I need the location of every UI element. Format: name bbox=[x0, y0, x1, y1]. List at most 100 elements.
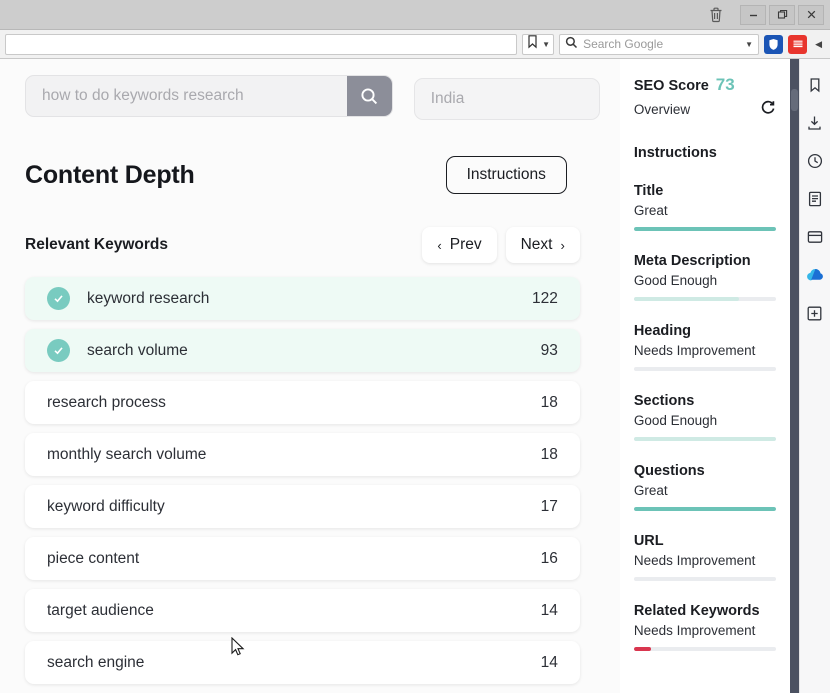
check-circle-icon[interactable] bbox=[47, 287, 70, 310]
trash-icon[interactable] bbox=[703, 4, 729, 26]
pager: ‹ Prev Next › bbox=[422, 227, 579, 263]
keyword-list: keyword research122 search volume93 resear… bbox=[25, 277, 600, 684]
keyword-row[interactable]: keyword research122 bbox=[25, 277, 580, 320]
chevron-down-icon-search[interactable]: ▼ bbox=[745, 40, 753, 49]
keyword-row[interactable]: research process18 bbox=[25, 381, 580, 424]
keyword-count: 17 bbox=[541, 498, 558, 516]
history-clock-icon[interactable] bbox=[805, 151, 825, 171]
relevant-keywords-header: Relevant Keywords ‹ Prev Next › bbox=[25, 227, 600, 263]
seo-overview-row: Overview bbox=[634, 99, 776, 120]
chevron-right-icon: › bbox=[560, 238, 564, 253]
keyword-row[interactable]: target audience14 bbox=[25, 589, 580, 632]
seo-metric-progress bbox=[634, 647, 776, 651]
seo-metric-status: Needs Improvement bbox=[634, 623, 776, 638]
seo-metric-progress bbox=[634, 507, 776, 511]
seo-metric: HeadingNeeds Improvement bbox=[634, 323, 776, 371]
seo-metric-progress bbox=[634, 577, 776, 581]
prev-button-label: Prev bbox=[450, 236, 482, 254]
seo-panel: SEO Score 73 Overview Instructions Title… bbox=[620, 59, 790, 693]
keyword-row[interactable]: monthly search volume18 bbox=[25, 433, 580, 476]
search-input[interactable]: how to do keywords research bbox=[26, 87, 347, 105]
seo-metric-name: Questions bbox=[634, 463, 776, 479]
add-plus-icon[interactable] bbox=[805, 303, 825, 323]
seo-metric-status: Great bbox=[634, 203, 776, 218]
seo-metric-name: Related Keywords bbox=[634, 603, 776, 619]
panel-scrollbar[interactable] bbox=[790, 59, 799, 693]
seo-metric-progress bbox=[634, 227, 776, 231]
keyword-row[interactable]: keyword difficulty17 bbox=[25, 485, 580, 528]
google-search-placeholder: Search Google bbox=[583, 37, 740, 51]
keyword-name: keyword research bbox=[87, 290, 532, 308]
search-button[interactable] bbox=[347, 75, 392, 117]
seo-metric-name: URL bbox=[634, 533, 776, 549]
reading-list-icon[interactable] bbox=[805, 189, 825, 209]
shield-extension-icon[interactable] bbox=[764, 35, 783, 54]
seo-metric-progress-fill bbox=[634, 507, 776, 511]
next-button-label: Next bbox=[521, 236, 553, 254]
seo-metric-status: Needs Improvement bbox=[634, 553, 776, 568]
seo-metrics-list: Title Great Meta DescriptionGood Enough Hea… bbox=[634, 183, 776, 651]
seo-metric: Meta DescriptionGood Enough bbox=[634, 253, 776, 301]
toolbar-collapse-arrow[interactable]: ◀ bbox=[812, 39, 825, 50]
seo-metric-name: Title bbox=[634, 183, 776, 199]
country-input[interactable]: India bbox=[414, 78, 600, 120]
seo-metric: URL Needs Improvement bbox=[634, 533, 776, 581]
seo-metric: Sections Good Enough bbox=[634, 393, 776, 441]
keyword-name: target audience bbox=[47, 602, 541, 620]
instructions-button[interactable]: Instructions bbox=[446, 156, 567, 194]
chevron-left-icon: ‹ bbox=[437, 238, 441, 253]
restore-button[interactable] bbox=[769, 5, 795, 25]
seo-metric-name: Heading bbox=[634, 323, 776, 339]
wallet-card-icon[interactable] bbox=[805, 227, 825, 247]
keyword-name: search volume bbox=[87, 342, 541, 360]
keyword-name: monthly search volume bbox=[47, 446, 541, 464]
title-row: Content Depth Instructions bbox=[25, 156, 600, 194]
seo-metric-status: Good Enough bbox=[634, 273, 776, 288]
keyword-count: 93 bbox=[541, 342, 558, 360]
keyword-name: research process bbox=[47, 394, 541, 412]
seo-metric-progress bbox=[634, 367, 776, 371]
keyword-row[interactable]: piece content16 bbox=[25, 537, 580, 580]
seo-metric-progress-fill bbox=[634, 227, 776, 231]
download-icon[interactable] bbox=[805, 113, 825, 133]
search-icon bbox=[565, 36, 578, 52]
keyword-name: keyword difficulty bbox=[47, 498, 541, 516]
seo-metric-progress-fill bbox=[634, 437, 776, 441]
bookmark-control[interactable]: ▼ bbox=[522, 34, 554, 55]
seo-score-header: SEO Score 73 bbox=[634, 75, 776, 95]
keyword-count: 14 bbox=[541, 654, 558, 672]
window-titlebar bbox=[0, 0, 830, 30]
keyword-row[interactable]: search engine14 bbox=[25, 641, 580, 684]
bookmark-icon[interactable] bbox=[526, 34, 539, 54]
red-extension-icon[interactable] bbox=[788, 35, 807, 54]
next-button[interactable]: Next › bbox=[506, 227, 580, 263]
keyword-count: 18 bbox=[541, 446, 558, 464]
bookmark-icon-rail[interactable] bbox=[805, 75, 825, 95]
prev-button[interactable]: ‹ Prev bbox=[422, 227, 496, 263]
chevron-down-icon[interactable]: ▼ bbox=[542, 40, 550, 49]
refresh-icon[interactable] bbox=[760, 99, 776, 120]
seo-score-value: 73 bbox=[716, 75, 735, 95]
close-button[interactable] bbox=[798, 5, 824, 25]
google-search-box[interactable]: Search Google ▼ bbox=[559, 34, 759, 55]
overview-label: Overview bbox=[634, 102, 690, 117]
seo-score-label: SEO Score bbox=[634, 78, 709, 94]
keyword-row[interactable]: search volume93 bbox=[25, 329, 580, 372]
seo-metric: Questions Great bbox=[634, 463, 776, 511]
seo-metric-status: Good Enough bbox=[634, 413, 776, 428]
seo-metric: Related Keywords Needs Improvement bbox=[634, 603, 776, 651]
keyword-count: 14 bbox=[541, 602, 558, 620]
cloud-icon[interactable] bbox=[805, 265, 825, 285]
content-panel: how to do keywords research India Conten… bbox=[0, 59, 620, 693]
keyword-search-box[interactable]: how to do keywords research bbox=[25, 75, 393, 117]
minimize-button[interactable] bbox=[740, 5, 766, 25]
browser-side-rail bbox=[799, 59, 830, 693]
seo-metric-status: Great bbox=[634, 483, 776, 498]
check-circle-icon[interactable] bbox=[47, 339, 70, 362]
seo-metric-progress-fill bbox=[634, 647, 651, 651]
search-row: how to do keywords research India bbox=[25, 75, 600, 120]
seo-instructions-label: Instructions bbox=[634, 145, 776, 161]
address-bar[interactable] bbox=[5, 34, 517, 55]
seo-metric-name: Sections bbox=[634, 393, 776, 409]
scrollbar-thumb[interactable] bbox=[791, 89, 798, 111]
